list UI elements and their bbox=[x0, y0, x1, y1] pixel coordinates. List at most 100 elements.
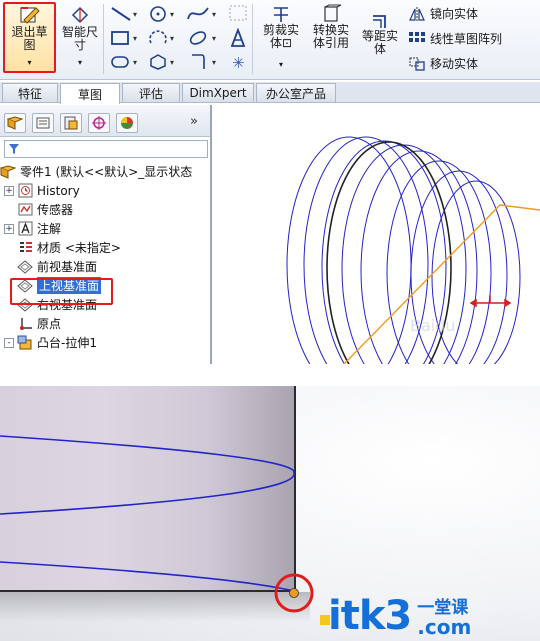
zoomed-graphics-view[interactable]: itk3 一堂课 .com bbox=[0, 386, 540, 641]
command-manager-tabs: 特征 草图 评估 DimXpert 办公室产品 bbox=[0, 82, 540, 104]
axis-direction-icon bbox=[469, 295, 512, 308]
tab-sketch[interactable]: 草图 bbox=[60, 83, 120, 104]
spline-tool-icon[interactable] bbox=[186, 5, 210, 23]
origin-icon bbox=[17, 316, 33, 332]
tree-node-label: 传感器 bbox=[37, 203, 74, 217]
tree-node[interactable]: 传感器 bbox=[4, 200, 73, 219]
trim-dropdown-icon[interactable]: ▾ bbox=[279, 58, 283, 71]
smart-dimension-icon bbox=[71, 6, 89, 24]
tab-evaluate[interactable]: 评估 bbox=[122, 83, 180, 102]
arc-tool-icon[interactable] bbox=[148, 29, 168, 47]
watermark-com: .com bbox=[417, 614, 472, 639]
tree-expander-icon bbox=[4, 243, 14, 253]
offset-label: 等距实 体 bbox=[361, 29, 398, 56]
tree-node[interactable]: 原点 bbox=[4, 314, 61, 333]
tree-node-label: 前视基准面 bbox=[37, 260, 98, 274]
arc-dropdown-icon[interactable]: ▾ bbox=[170, 34, 174, 43]
tree-node[interactable]: 材质 <未指定> bbox=[4, 238, 121, 257]
graphics-area[interactable]: Baidu bbox=[214, 105, 540, 364]
configuration-manager-tab-icon[interactable] bbox=[60, 113, 82, 133]
slot-tool-icon[interactable] bbox=[110, 54, 130, 70]
spring-curve-upper bbox=[0, 435, 295, 515]
move-entities-button[interactable]: 移动实体 bbox=[408, 55, 478, 72]
convert-icon bbox=[324, 4, 342, 22]
fillet-tool-icon[interactable] bbox=[188, 53, 208, 71]
tree-expander-icon[interactable]: + bbox=[4, 185, 14, 196]
property-manager-tab-icon[interactable] bbox=[32, 113, 54, 133]
tab-label: 草图 bbox=[77, 87, 102, 102]
itk3-watermark: itk3 一堂课 .com bbox=[320, 591, 538, 641]
tree-expander-icon[interactable]: + bbox=[4, 223, 14, 234]
smart-dimension-label: 智能尺 寸 bbox=[61, 25, 98, 52]
feature-tree-tab-icon[interactable] bbox=[4, 113, 26, 133]
slot-dropdown-icon[interactable]: ▾ bbox=[133, 58, 137, 67]
tree-node[interactable]: - 凸台-拉伸1 bbox=[4, 333, 97, 352]
tab-label: 特征 bbox=[17, 86, 42, 101]
tree-node[interactable]: + 注解 bbox=[4, 219, 61, 238]
tree-expander-icon[interactable]: - bbox=[4, 337, 14, 348]
ribbon-separator bbox=[252, 4, 253, 74]
line-tool-icon[interactable] bbox=[110, 6, 132, 22]
tab-dimxpert[interactable]: DimXpert bbox=[182, 83, 254, 102]
tab-features[interactable]: 特征 bbox=[2, 83, 58, 102]
smart-dimension-button[interactable]: 智能尺 寸 ▾ bbox=[59, 4, 101, 69]
feature-filter-input[interactable] bbox=[4, 140, 208, 158]
offset-entities-button[interactable]: 等距实 体 bbox=[358, 12, 402, 56]
circle-tool-icon[interactable] bbox=[148, 5, 168, 23]
polygon-dropdown-icon[interactable]: ▾ bbox=[170, 58, 174, 67]
display-manager-tab-icon[interactable] bbox=[116, 113, 138, 133]
trim-label: 剪裁实 体⊡ bbox=[262, 23, 299, 50]
tree-node[interactable]: 前视基准面 bbox=[4, 257, 97, 276]
feature-manager-panel: » 零件1 (默认<<默认>_显示状态 + History 传感器 + 注解材质 <未指定… bbox=[0, 105, 212, 364]
tree-expander-icon bbox=[4, 262, 14, 272]
mirror-icon bbox=[409, 6, 425, 21]
tab-office-products[interactable]: 办公室产品 bbox=[256, 83, 336, 102]
convert-entities-button[interactable]: 转换实 体引用 bbox=[308, 4, 354, 50]
ribbon-separator bbox=[103, 4, 104, 74]
fillet-dropdown-icon[interactable]: ▾ bbox=[212, 58, 216, 67]
point-tool-icon[interactable]: ✳ bbox=[232, 55, 245, 71]
circle-dropdown-icon[interactable]: ▾ bbox=[170, 10, 174, 19]
tree-node-label: 材质 <未指定> bbox=[37, 241, 121, 255]
tree-node-label: 零件1 (默认<<默认>_显示状态 bbox=[20, 165, 193, 179]
text-tool-icon[interactable] bbox=[228, 28, 248, 48]
sketch-command-manager: 退出草 图 ▾ 智能尺 寸 ▾ ▾ ▾ ▾ ▾ ▾ ▾ ▾ ▾ ▾ ✳ 剪裁实 … bbox=[0, 0, 540, 80]
line-dropdown-icon[interactable]: ▾ bbox=[133, 10, 137, 19]
spring-curve-lower bbox=[0, 561, 295, 592]
rectangle-tool-icon[interactable] bbox=[110, 29, 130, 47]
sketch-endpoint bbox=[289, 588, 299, 598]
spline-dropdown-icon[interactable]: ▾ bbox=[212, 10, 216, 19]
wireframe-view: Baidu bbox=[286, 136, 540, 364]
tree-node-label: History bbox=[37, 183, 80, 198]
tab-label: 办公室产品 bbox=[265, 86, 326, 101]
tree-expander-icon bbox=[4, 205, 14, 215]
exit-sketch-dropdown-icon[interactable]: ▾ bbox=[27, 56, 31, 69]
filter-icon bbox=[9, 144, 19, 154]
sensor-icon bbox=[17, 202, 33, 218]
top-plane-highlight bbox=[10, 278, 113, 305]
canvas-watermark: Baidu bbox=[410, 316, 456, 335]
rectangle-dropdown-icon[interactable]: ▾ bbox=[133, 34, 137, 43]
smart-dimension-dropdown-icon[interactable]: ▾ bbox=[78, 56, 82, 69]
mirror-label: 镜向实体 bbox=[430, 7, 479, 21]
trim-entities-button[interactable]: 剪裁实 体⊡ ▾ bbox=[258, 4, 304, 71]
mirror-entities-button[interactable]: 镜向实体 bbox=[408, 5, 478, 22]
tree-node[interactable]: + History bbox=[4, 181, 80, 200]
grid-snap-icon[interactable] bbox=[228, 4, 248, 22]
ellipse-tool-icon[interactable] bbox=[188, 29, 208, 47]
top-plane-edge bbox=[343, 204, 540, 364]
polygon-tool-icon[interactable] bbox=[148, 53, 168, 71]
dimxpert-tab-icon[interactable] bbox=[88, 113, 110, 133]
linear-pattern-button[interactable]: 线性草图阵列 bbox=[408, 30, 502, 47]
exit-sketch-icon bbox=[20, 7, 40, 24]
watermark-main: itk3 bbox=[328, 593, 412, 639]
ellipse-dropdown-icon[interactable]: ▾ bbox=[212, 34, 216, 43]
tree-node[interactable]: 零件1 (默认<<默认>_显示状态 bbox=[0, 162, 192, 181]
expand-panel-icon[interactable]: » bbox=[190, 114, 198, 129]
part-icon bbox=[0, 164, 16, 180]
tree-node-label: 凸台-拉伸1 bbox=[37, 336, 97, 350]
material-icon bbox=[17, 240, 33, 256]
boss-extrude-icon bbox=[17, 335, 33, 351]
exit-sketch-label: 退出草 图 bbox=[11, 25, 48, 52]
exit-sketch-button[interactable]: 退出草 图 ▾ bbox=[5, 4, 54, 69]
